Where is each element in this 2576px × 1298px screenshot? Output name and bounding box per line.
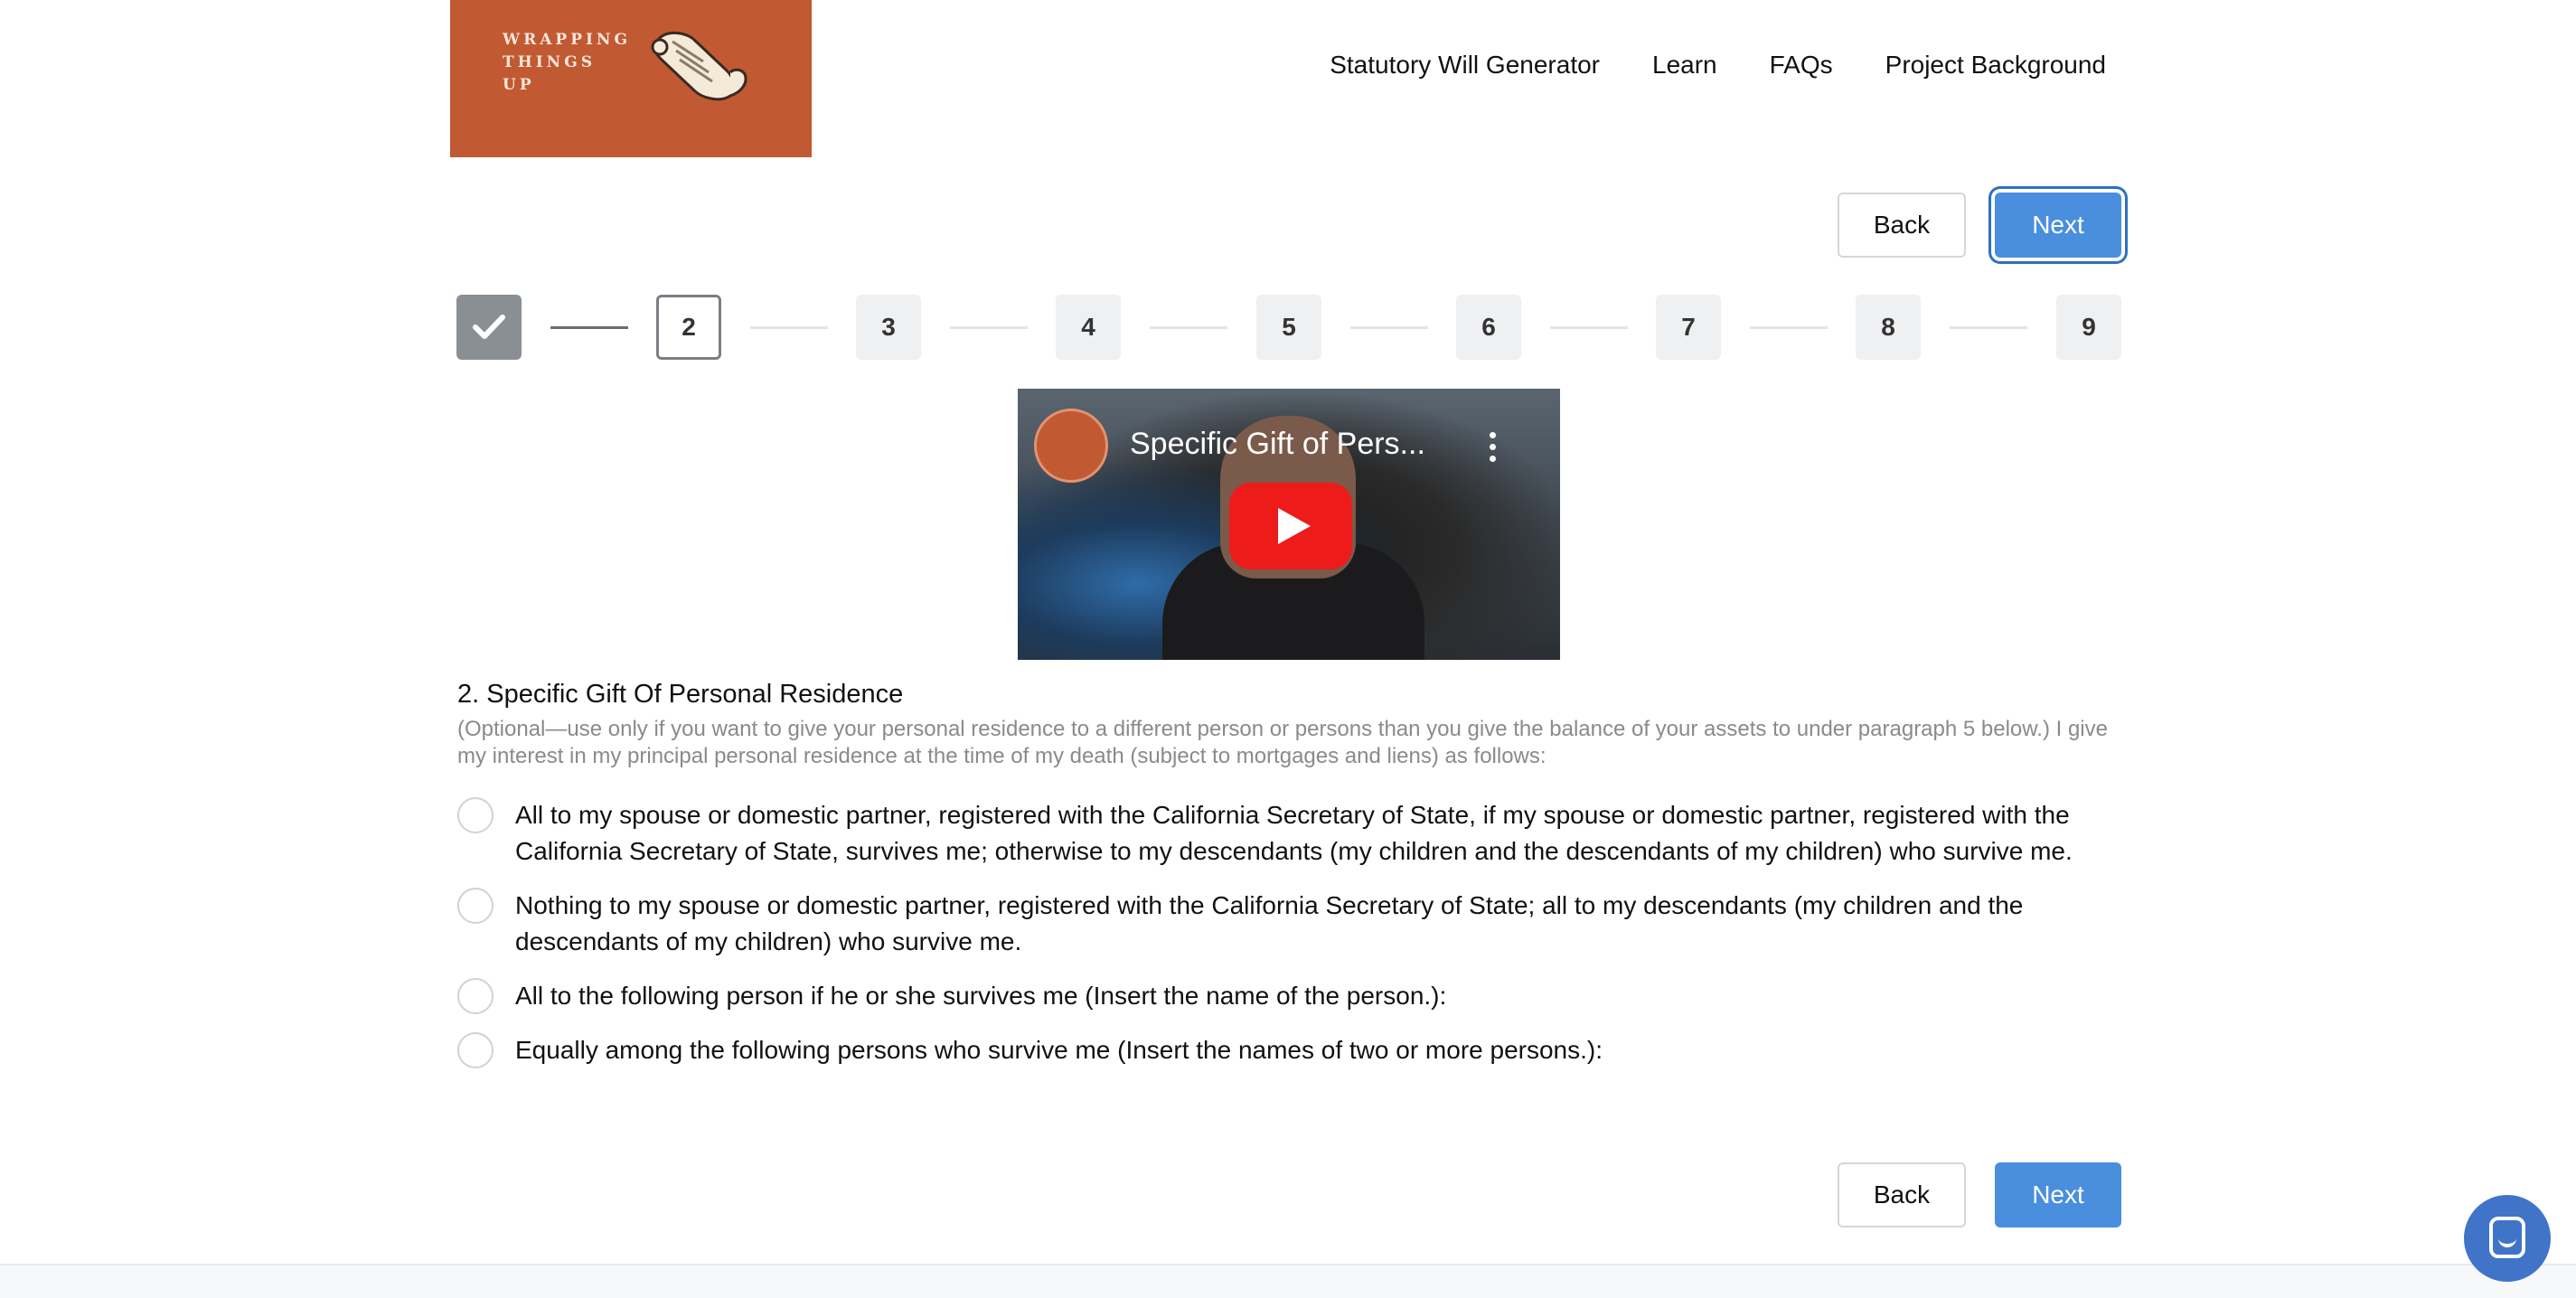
video-title[interactable]: Specific Gift of Pers... xyxy=(1130,427,1425,462)
step-connector xyxy=(750,326,828,329)
nav-project-background[interactable]: Project Background xyxy=(1885,51,2106,80)
step-connector xyxy=(1950,326,2027,329)
step-connector xyxy=(1750,326,1828,329)
step-connector xyxy=(950,326,1028,329)
option-spouse-then-descendants[interactable]: All to my spouse or domestic partner, re… xyxy=(457,797,2120,870)
step-connector xyxy=(1350,326,1428,329)
chat-icon xyxy=(2489,1217,2525,1258)
radio-button[interactable] xyxy=(457,888,494,924)
option-label: All to my spouse or domestic partner, re… xyxy=(515,801,2073,865)
step-connector xyxy=(1550,326,1628,329)
step-6[interactable]: 6 xyxy=(1456,295,1521,360)
video-player[interactable]: Specific Gift of Pers... xyxy=(1018,389,1560,660)
step-7[interactable]: 7 xyxy=(1656,295,1721,360)
logo-line-1: WRAPPING xyxy=(503,31,631,49)
logo-line-3: UP xyxy=(503,76,535,94)
option-single-person[interactable]: All to the following person if he or she… xyxy=(457,978,2120,1014)
step-5[interactable]: 5 xyxy=(1256,295,1321,360)
channel-avatar[interactable] xyxy=(1034,409,1108,483)
step-2[interactable]: 2 xyxy=(656,295,721,360)
radio-button[interactable] xyxy=(457,978,494,1014)
scroll-icon xyxy=(651,32,747,101)
main-nav: Statutory Will Generator Learn FAQs Proj… xyxy=(1330,51,2106,80)
radio-button[interactable] xyxy=(457,797,494,833)
play-icon[interactable] xyxy=(1229,483,1352,569)
check-icon xyxy=(473,315,505,339)
option-multiple-persons[interactable]: Equally among the following persons who … xyxy=(457,1032,2120,1068)
progress-stepper: 2 3 4 5 6 7 8 9 xyxy=(456,295,2121,360)
step-connector xyxy=(1150,326,1227,329)
step-9[interactable]: 9 xyxy=(2056,295,2121,360)
back-button-top[interactable]: Back xyxy=(1838,193,1966,258)
option-label: Nothing to my spouse or domestic partner… xyxy=(515,891,2024,955)
next-button-bottom[interactable]: Next xyxy=(1995,1162,2121,1227)
logo-text: WRAPPING THINGS UP xyxy=(503,29,631,97)
step-1-completed[interactable] xyxy=(456,295,522,360)
back-button-bottom[interactable]: Back xyxy=(1838,1162,1966,1227)
residence-gift-options: All to my spouse or domestic partner, re… xyxy=(457,797,2120,1068)
option-label: All to the following person if he or she… xyxy=(515,982,1447,1010)
chat-launcher-button[interactable] xyxy=(2464,1195,2551,1282)
step-connector xyxy=(550,326,628,329)
section-title: 2. Specific Gift Of Personal Residence xyxy=(457,680,904,709)
site-logo[interactable]: WRAPPING THINGS UP xyxy=(450,0,812,157)
more-vertical-icon[interactable] xyxy=(1488,432,1497,465)
option-label: Equally among the following persons who … xyxy=(515,1036,1603,1064)
logo-line-2: THINGS xyxy=(503,53,596,71)
step-3[interactable]: 3 xyxy=(856,295,921,360)
nav-learn[interactable]: Learn xyxy=(1652,51,1717,80)
radio-button[interactable] xyxy=(457,1032,494,1068)
option-descendants-only[interactable]: Nothing to my spouse or domestic partner… xyxy=(457,888,2120,960)
next-button-top[interactable]: Next xyxy=(1995,193,2121,258)
nav-faqs[interactable]: FAQs xyxy=(1770,51,1833,80)
section-description: (Optional—use only if you want to give y… xyxy=(457,717,2108,768)
step-4[interactable]: 4 xyxy=(1056,295,1121,360)
nav-statutory-will-generator[interactable]: Statutory Will Generator xyxy=(1330,51,1600,80)
page-footer xyxy=(0,1264,2576,1298)
step-8[interactable]: 8 xyxy=(1856,295,1921,360)
